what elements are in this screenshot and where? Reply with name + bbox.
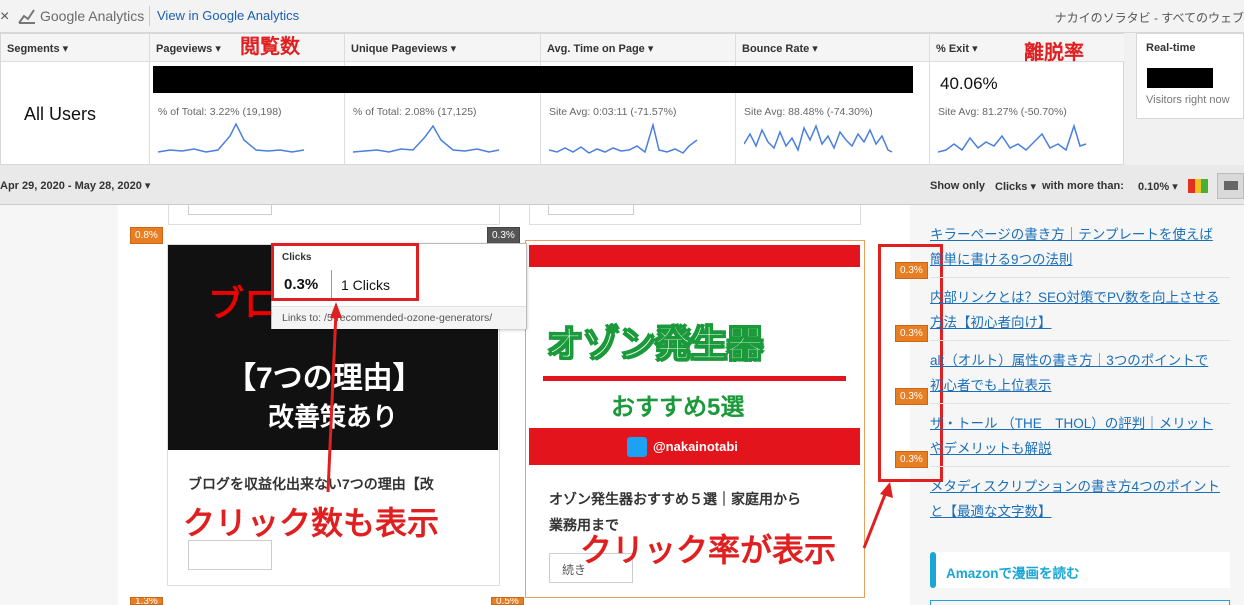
- amazon-heading-text: Amazonで漫画を読む: [946, 566, 1080, 581]
- divider: [930, 466, 1230, 467]
- amazon-widget-heading: Amazonで漫画を読む: [930, 552, 1230, 588]
- divider: [930, 340, 1230, 341]
- sidebar-link[interactable]: キラーページの書き方｜テンプレートを使えば 簡単に書ける9つの法則: [930, 222, 1230, 272]
- sidebar-link[interactable]: ザ・トール （THE THOL）の評判｜メリット やデメリットも解説: [930, 411, 1230, 461]
- sidebar-link[interactable]: alt（オルト）属性の書き方｜3つのポイントで 初心者でも上位表示: [930, 348, 1230, 398]
- divider: [930, 277, 1230, 278]
- accent-bar: [930, 552, 936, 588]
- divider: [930, 403, 1230, 404]
- sidebar-link[interactable]: メタディスクリプションの書き方4つのポイント と【最適な文字数】: [930, 474, 1230, 524]
- widget-box: [930, 600, 1230, 605]
- sidebar-link[interactable]: 内部リンクとは？SEO対策でPV数を向上させる 方法【初心者向け】: [930, 285, 1230, 335]
